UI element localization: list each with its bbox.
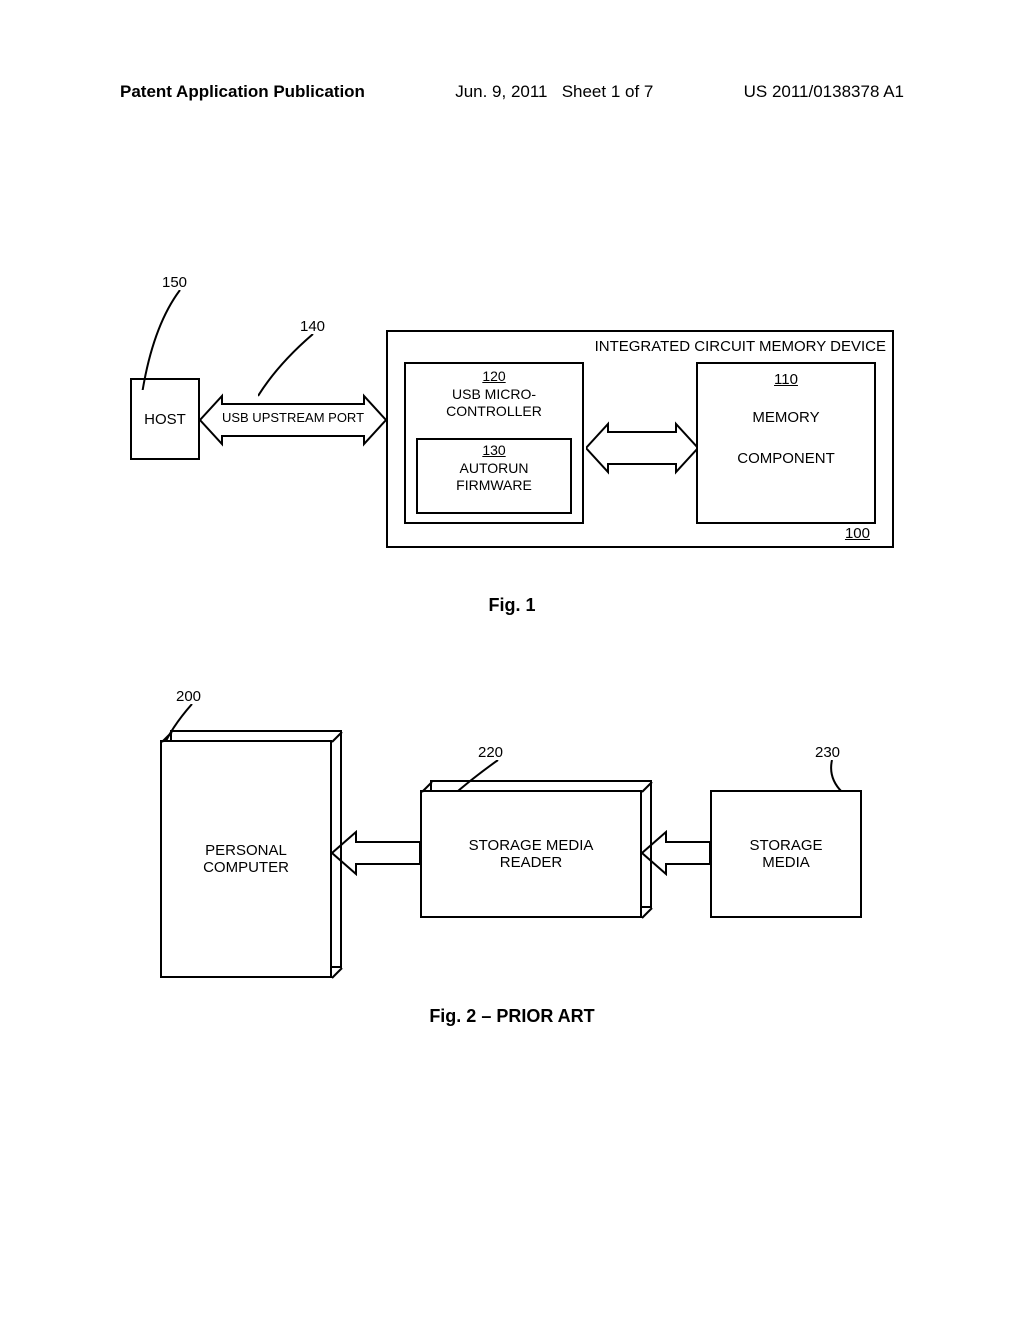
media-line2: MEDIA xyxy=(762,854,810,871)
figure-1: HOST USB UPSTREAM PORT INTEGRATED CIRCUI… xyxy=(130,330,900,560)
ref-200: 200 xyxy=(176,688,201,705)
usb-upstream-label: USB UPSTREAM PORT xyxy=(212,410,374,425)
pc-3d-lines xyxy=(160,730,344,982)
autorun-line1: AUTORUN xyxy=(460,460,529,476)
mem-line1: MEMORY xyxy=(752,409,819,426)
host-box: HOST xyxy=(130,378,200,460)
host-label: HOST xyxy=(144,411,186,428)
usb-micro-line2: CONTROLLER xyxy=(446,403,542,419)
usb-microcontroller-box: 120 USB MICRO- CONTROLLER 130 AUTORUN FI… xyxy=(404,362,584,524)
header-date-text: Jun. 9, 2011 xyxy=(455,82,547,101)
header-left: Patent Application Publication xyxy=(120,82,365,102)
media-line1: STORAGE xyxy=(749,837,822,854)
page-header: Patent Application Publication Jun. 9, 2… xyxy=(120,82,904,102)
reader-3d-lines xyxy=(420,780,654,920)
ref-110: 110 xyxy=(698,370,874,390)
header-sheet: Sheet 1 of 7 xyxy=(562,82,654,101)
page: Patent Application Publication Jun. 9, 2… xyxy=(0,0,1024,1320)
figure-2-caption: Fig. 2 – PRIOR ART xyxy=(0,1006,1024,1027)
mid-bi-arrow-icon xyxy=(586,420,698,476)
media-box: STORAGE MEDIA xyxy=(710,790,862,918)
figure-2: PERSONAL COMPUTER STORAGE MEDIA READER xyxy=(160,730,860,1010)
memory-component-box: 110 MEMORY COMPONENT xyxy=(696,362,876,524)
ref-150: 150 xyxy=(162,274,187,291)
mem-line2: COMPONENT xyxy=(737,450,835,467)
left-arrow-icon xyxy=(332,830,420,876)
autorun-firmware-box: 130 AUTORUN FIRMWARE xyxy=(416,438,572,514)
ref-130: 130 xyxy=(418,442,570,460)
header-pubno: US 2011/0138378 A1 xyxy=(744,82,904,102)
ref-120: 120 xyxy=(406,368,582,386)
figure-1-caption: Fig. 1 xyxy=(0,595,1024,616)
right-arrow-icon xyxy=(642,830,710,876)
autorun-line2: FIRMWARE xyxy=(456,477,532,493)
usb-micro-line1: USB MICRO- xyxy=(452,386,536,402)
header-date: Jun. 9, 2011 Sheet 1 of 7 xyxy=(455,82,653,102)
ic-title: INTEGRATED CIRCUIT MEMORY DEVICE xyxy=(388,338,886,355)
ic-memory-device-box: INTEGRATED CIRCUIT MEMORY DEVICE 120 USB… xyxy=(386,330,894,548)
ref-100: 100 xyxy=(845,525,870,542)
